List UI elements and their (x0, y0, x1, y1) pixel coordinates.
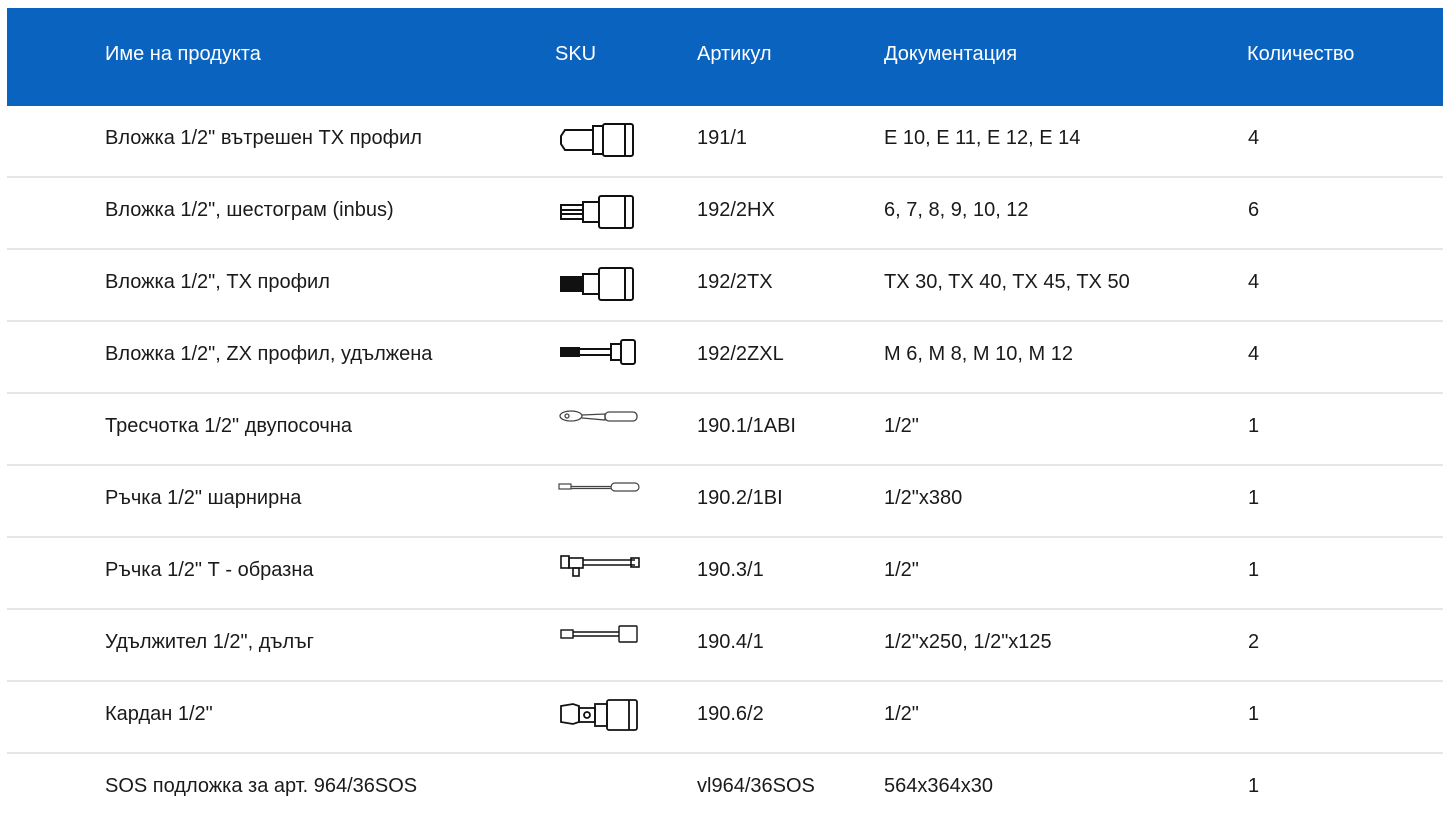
table-row: Вложка 1/2", ZX профил, удължена 192/2ZX… (7, 322, 1443, 394)
table-row: SOS подложка за арт. 964/36SOS vl964/36S… (7, 754, 1443, 824)
socket-tx-internal-icon (555, 120, 641, 160)
socket-zx-long-icon (555, 336, 641, 376)
quantity: 1 (1248, 559, 1260, 581)
product-name: Вложка 1/2", ZX профил, удължена (105, 343, 433, 365)
table-row: Вложка 1/2", TX профил 192/2TX TX 30, TX… (7, 250, 1443, 322)
header-name: Име на продукта (105, 43, 261, 65)
socket-tx-bit-icon (555, 264, 641, 304)
hinged-handle-icon (555, 480, 641, 520)
product-name: Вложка 1/2", шестограм (inbus) (105, 199, 394, 221)
header-sku: SKU (555, 43, 597, 65)
article-number: 190.1/1ABI (697, 415, 796, 437)
documentation: 564x364x30 (884, 775, 993, 797)
article-number: vl964/36SOS (697, 775, 815, 797)
header-documentation: Документация (884, 43, 1018, 65)
article-number: 191/1 (697, 127, 748, 149)
product-table: Име на продукта SKU Артикул Документация… (7, 8, 1443, 824)
documentation: TX 30, TX 40, TX 45, TX 50 (884, 271, 1130, 293)
quantity: 2 (1248, 631, 1260, 653)
article-number: 192/2TX (697, 271, 773, 293)
table-row: Кардан 1/2" 190.6/2 1/2" 1 (7, 682, 1443, 754)
extension-bar-icon (555, 624, 641, 664)
product-name: Ръчка 1/2" Т - образна (105, 559, 314, 581)
product-name: Кардан 1/2" (105, 703, 213, 725)
article-number: 192/2HX (697, 199, 775, 221)
documentation: 1/2"x250, 1/2"x125 (884, 631, 1052, 653)
table-header: Име на продукта SKU Артикул Документация… (7, 8, 1443, 106)
product-name: Ръчка 1/2" шарнирна (105, 487, 302, 509)
article-number: 190.4/1 (697, 631, 764, 653)
documentation: 1/2" (884, 415, 919, 437)
documentation: 6, 7, 8, 9, 10, 12 (884, 199, 1029, 221)
documentation: E 10, E 11, E 12, E 14 (884, 127, 1081, 149)
quantity: 1 (1248, 487, 1260, 509)
article-number: 190.2/1BI (697, 487, 783, 509)
product-name: Удължител 1/2", дълъг (105, 631, 314, 653)
table-row: Ръчка 1/2" Т - образна 190.3/1 1/2" 1 (7, 538, 1443, 610)
article-number: 190.3/1 (697, 559, 764, 581)
documentation: 1/2" (884, 559, 919, 581)
table-row: Удължител 1/2", дълъг 190.4/1 1/2"x250, … (7, 610, 1443, 682)
article-number: 192/2ZXL (697, 343, 784, 365)
quantity: 1 (1248, 703, 1260, 725)
product-name: Тресчотка 1/2" двупосочна (105, 415, 353, 437)
documentation: 1/2" (884, 703, 919, 725)
table-row: Тресчотка 1/2" двупосочна 190.1/1ABI 1/2… (7, 394, 1443, 466)
ratchet-icon (555, 408, 641, 448)
article-number: 190.6/2 (697, 703, 764, 725)
header-quantity: Количество (1247, 43, 1355, 65)
universal-joint-icon (555, 696, 641, 736)
quantity: 4 (1248, 127, 1260, 149)
quantity: 6 (1248, 199, 1260, 221)
quantity: 4 (1248, 271, 1260, 293)
quantity: 1 (1248, 415, 1260, 437)
table-row: Вложка 1/2", шестограм (inbus) 192/2HX 6… (7, 178, 1443, 250)
documentation: M 6, M 8, M 10, M 12 (884, 343, 1073, 365)
quantity: 1 (1248, 775, 1260, 797)
header-article: Артикул (697, 43, 772, 65)
product-name: Вложка 1/2", TX профил (105, 271, 330, 293)
product-name: SOS подложка за арт. 964/36SOS (105, 775, 418, 797)
quantity: 4 (1248, 343, 1260, 365)
table-row: Ръчка 1/2" шарнирна 190.2/1BI 1/2"x380 1 (7, 466, 1443, 538)
socket-hex-bit-icon (555, 192, 641, 232)
table-row: Вложка 1/2" вътрешен TX профил 191/1 E 1… (7, 106, 1443, 178)
product-name: Вложка 1/2" вътрешен TX профил (105, 127, 422, 149)
t-handle-icon (555, 552, 641, 592)
documentation: 1/2"x380 (884, 487, 963, 509)
